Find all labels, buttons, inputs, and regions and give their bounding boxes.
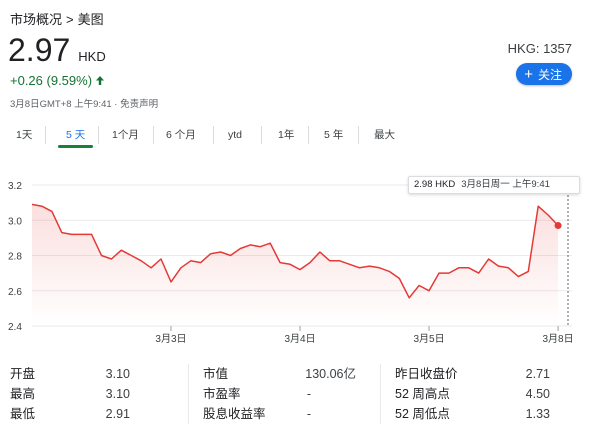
stat-dividend-yield: 股息收益率 - — [203, 404, 311, 424]
stat-label: 市值 — [203, 367, 229, 381]
price-change: +0.26 (9.59%) — [10, 73, 105, 88]
y-tick-label: 3.0 — [8, 216, 22, 227]
tab-6-months[interactable]: 6 个月 — [166, 126, 196, 148]
y-tick-label: 3.2 — [8, 181, 22, 192]
stock-price: 2.97 — [8, 32, 71, 68]
stat-value: 1.33 — [525, 407, 550, 421]
tab-divider — [98, 126, 99, 144]
stat-label: 52 周高点 — [395, 387, 450, 401]
stat-value: - — [306, 387, 311, 401]
stats-divider — [188, 364, 189, 424]
stat-value: - — [306, 407, 311, 421]
tab-1-day[interactable]: 1天 — [16, 126, 32, 148]
stat-low: 最低 2.91 — [10, 404, 130, 424]
price-row: 2.97 HKD — [8, 32, 106, 68]
stats-divider — [380, 364, 381, 424]
price-change-value: +0.26 (9.59%) — [10, 73, 93, 88]
x-tick-label: 3月3日 — [155, 333, 186, 345]
x-tick-label: 3月4日 — [284, 333, 315, 345]
chart-tooltip: 2.98 HKD 3月8日周一 上午9:41 — [408, 176, 580, 194]
x-tick-label: 3月8日 — [543, 333, 574, 345]
price-area — [32, 204, 559, 326]
stat-value: 2.71 — [525, 367, 550, 381]
stat-label: 昨日收盘价 — [395, 367, 458, 381]
price-currency: HKD — [78, 49, 106, 64]
breadcrumb: 市场概况 > 美图 — [10, 9, 104, 28]
tab-divider — [308, 126, 309, 144]
stat-high: 最高 3.10 — [10, 384, 130, 404]
stat-label: 开盘 — [10, 367, 36, 381]
y-tick-label: 2.8 — [8, 252, 22, 263]
stat-value: 3.10 — [105, 387, 130, 401]
breadcrumb-separator: > — [66, 12, 74, 27]
y-tick-label: 2.6 — [8, 287, 22, 298]
quote-timestamp-disclaimer: 3月8日GMT+8 上午9:41 · 免责声明 — [10, 99, 159, 110]
stat-52wk-low: 52 周低点 1.33 — [395, 404, 550, 424]
current-price-point — [554, 222, 562, 230]
stat-value: 4.50 — [525, 387, 550, 401]
tab-divider — [213, 126, 214, 144]
y-tick-label: 2.4 — [8, 322, 22, 333]
stat-pe-ratio: 市盈率 - — [203, 384, 311, 404]
tab-5-days[interactable]: 5 天 — [57, 126, 94, 148]
tab-divider — [45, 126, 46, 144]
tab-max[interactable]: 最大 — [374, 126, 395, 148]
tooltip-price: 2.98 HKD — [414, 179, 456, 190]
breadcrumb-market-overview-link[interactable]: 市场概况 — [10, 12, 62, 27]
tab-ytd[interactable]: ytd — [228, 126, 242, 148]
follow-button[interactable]: + 关注 — [516, 63, 572, 85]
stat-market-cap: 市值 130.06亿 — [203, 364, 356, 384]
breadcrumb-current: 美图 — [77, 12, 104, 27]
tab-5-years[interactable]: 5 年 — [324, 126, 343, 148]
tab-divider — [261, 126, 262, 144]
stat-value: 3.10 — [105, 367, 130, 381]
stat-value: 130.06亿 — [305, 367, 356, 381]
stat-label: 最高 — [10, 387, 36, 401]
stat-prev-close: 昨日收盘价 2.71 — [395, 364, 550, 384]
plus-icon: + — [524, 65, 533, 83]
stat-label: 52 周低点 — [395, 407, 450, 421]
tab-1-month[interactable]: 1个月 — [112, 126, 139, 148]
stock-ticker: HKG: 1357 — [507, 41, 572, 56]
tooltip-time: 3月8日周一 上午9:41 — [461, 179, 550, 190]
stat-label: 最低 — [10, 407, 36, 421]
stat-value: 2.91 — [105, 407, 130, 421]
tab-1-year[interactable]: 1年 — [278, 126, 294, 148]
follow-button-label: 关注 — [537, 67, 562, 82]
arrow-up-icon — [95, 75, 105, 86]
stat-52wk-high: 52 周高点 4.50 — [395, 384, 550, 404]
stat-label: 股息收益率 — [203, 407, 266, 421]
x-tick-label: 3月5日 — [413, 333, 444, 345]
tab-divider — [153, 126, 154, 144]
stat-open: 开盘 3.10 — [10, 364, 130, 384]
stat-label: 市盈率 — [203, 387, 241, 401]
tab-divider — [358, 126, 359, 144]
